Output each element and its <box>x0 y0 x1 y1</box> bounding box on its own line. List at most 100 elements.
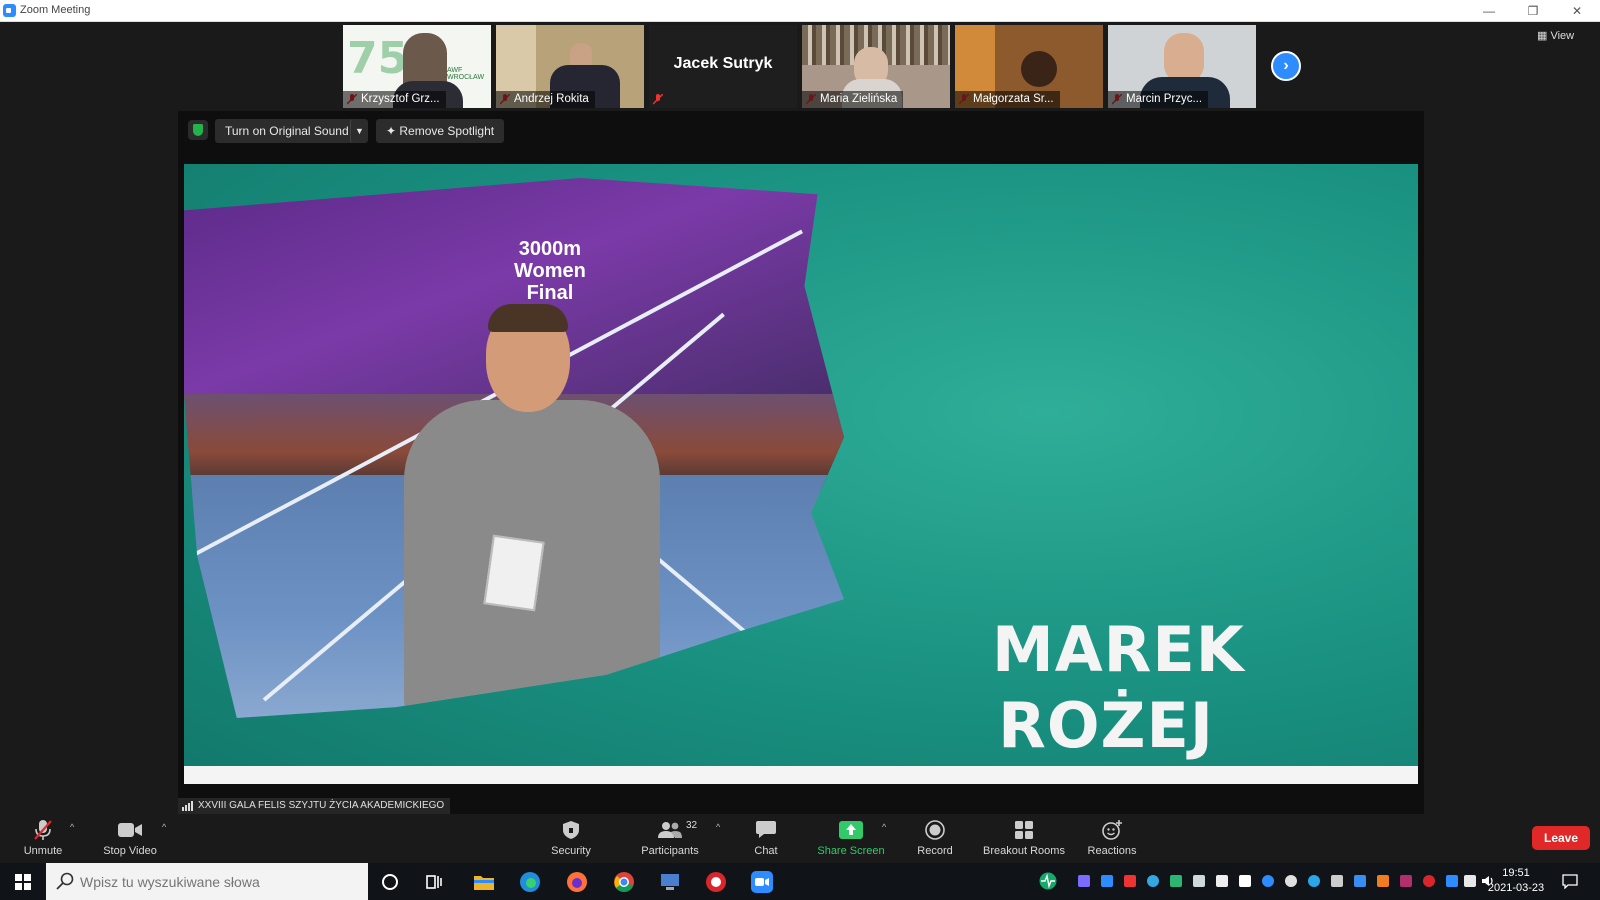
share-screen-icon <box>839 821 863 839</box>
share-screen-button[interactable]: Share Screen <box>816 818 886 857</box>
reactions-button[interactable]: Reactions <box>1084 818 1140 857</box>
red-app-icon[interactable] <box>704 870 728 894</box>
original-sound-dropdown[interactable]: ▼ <box>350 119 368 143</box>
tray-app-icon[interactable] <box>1170 875 1182 887</box>
participants-icon <box>658 822 682 838</box>
zoom-tray-icon[interactable] <box>1101 875 1113 887</box>
participant-name: Małgorzata Sr... <box>955 91 1060 108</box>
notifications-icon[interactable] <box>1562 873 1578 889</box>
participant-name: Andrzej Rokita <box>496 91 595 108</box>
cloud-icon[interactable] <box>1285 875 1297 887</box>
zoom-app-icon <box>3 4 16 17</box>
unmute-button[interactable]: Unmute <box>18 818 68 857</box>
spotlight-stage: Turn on Original Sound ▼ ✦ Remove Spotli… <box>178 111 1424 814</box>
next-page-button[interactable]: › <box>1271 51 1301 81</box>
title-bar: Zoom Meeting — ❐ ✕ <box>0 0 1600 22</box>
chrome-icon[interactable] <box>612 870 636 894</box>
security-button[interactable]: Security <box>546 818 596 857</box>
video-caption: XXVIII GALA FELIS SZYJTU ŻYCIA AKADEMICK… <box>178 798 451 814</box>
zoom-taskbar-icon[interactable] <box>750 870 774 894</box>
speaker-photo <box>384 304 684 718</box>
pin-icon: ✦ <box>386 124 400 138</box>
tray-app-icon[interactable] <box>1377 875 1389 887</box>
remove-spotlight-button[interactable]: ✦ Remove Spotlight <box>376 119 505 143</box>
spotlight-video: 3000m Women Final MAREK ROŻEJ <box>184 164 1418 784</box>
bluetooth-icon[interactable] <box>1446 875 1458 887</box>
participant-tile[interactable]: Marcin Przyc... <box>1108 25 1256 108</box>
video-options-caret[interactable]: ^ <box>162 822 166 832</box>
reactions-smiley-icon <box>1102 820 1122 840</box>
stage-toolbar: Turn on Original Sound ▼ ✦ Remove Spotli… <box>178 111 1424 151</box>
record-icon <box>925 820 945 840</box>
slide-bottom-strip <box>184 766 1418 784</box>
window-title: Zoom Meeting <box>20 4 91 16</box>
tray-app-icon[interactable] <box>1078 875 1090 887</box>
participant-tile[interactable]: Małgorzata Sr... <box>955 25 1103 108</box>
muted-mic-icon <box>653 94 663 105</box>
participant-tile[interactable]: Jacek Sutryk <box>649 25 797 108</box>
participant-tile[interactable]: 75 AWF WROCŁAW Krzysztof Grz... <box>343 25 491 108</box>
stop-video-button[interactable]: Stop Video <box>98 818 162 857</box>
leave-button[interactable]: Leave <box>1532 826 1590 850</box>
video-camera-icon <box>118 823 142 837</box>
participant-video <box>1021 51 1057 87</box>
windows-taskbar: 19:51 2021-03-23 <box>0 863 1600 900</box>
tray-app-icon[interactable] <box>1400 875 1412 887</box>
participant-name: Marcin Przyc... <box>1108 91 1209 108</box>
breakout-rooms-button[interactable]: Breakout Rooms <box>980 818 1068 857</box>
start-button[interactable] <box>0 863 46 900</box>
encryption-shield-icon[interactable] <box>188 120 208 140</box>
tray-app-icon[interactable] <box>1147 875 1159 887</box>
search-input[interactable] <box>80 872 360 892</box>
participants-options-caret[interactable]: ^ <box>716 822 720 832</box>
tray-app-icon[interactable] <box>1124 875 1136 887</box>
arena-screen-text: 3000m Women Final <box>514 238 586 304</box>
skype-icon[interactable] <box>1308 875 1320 887</box>
tray-app-icon[interactable] <box>1216 875 1228 887</box>
restore-button[interactable]: ❐ <box>1518 2 1548 20</box>
tray-app-icon[interactable] <box>1193 875 1205 887</box>
edge-browser-icon[interactable] <box>518 870 542 894</box>
signal-bars-icon <box>182 801 193 811</box>
firefox-icon[interactable] <box>565 870 589 894</box>
participant-tile[interactable]: Andrzej Rokita <box>496 25 644 108</box>
record-button[interactable]: Record <box>912 818 958 857</box>
grid-icon: ▦ <box>1537 30 1551 42</box>
breakout-rooms-icon <box>1015 821 1033 839</box>
chat-button[interactable]: Chat <box>746 818 786 857</box>
task-view-icon[interactable] <box>422 870 446 894</box>
cortana-icon[interactable] <box>378 870 402 894</box>
share-options-caret[interactable]: ^ <box>882 822 886 832</box>
onedrive-icon[interactable] <box>1262 875 1274 887</box>
taskbar-search[interactable] <box>46 863 368 900</box>
participant-name: Krzysztof Grz... <box>343 91 446 108</box>
participant-tile[interactable]: Maria Zielińska <box>802 25 950 108</box>
close-button[interactable]: ✕ <box>1562 2 1592 20</box>
view-button[interactable]: ▦ View <box>1537 29 1574 42</box>
minimize-button[interactable]: — <box>1474 2 1504 20</box>
file-explorer-icon[interactable] <box>472 870 496 894</box>
participants-count: 32 <box>686 820 698 831</box>
network-icon[interactable] <box>1464 875 1476 887</box>
tray-app-icon[interactable] <box>1354 875 1366 887</box>
taskbar-clock[interactable]: 19:51 2021-03-23 <box>1480 866 1552 896</box>
participant-name: Maria Zielińska <box>802 91 904 108</box>
tray-app-icon[interactable] <box>1331 875 1343 887</box>
speaker-name: MAREK ROŻEJ <box>992 613 1245 762</box>
tray-app-icon[interactable] <box>1423 875 1435 887</box>
awf-logo-text: AWF WROCŁAW <box>447 67 485 81</box>
accreditation-badge <box>483 534 545 612</box>
shield-tray-icon[interactable] <box>1239 875 1251 887</box>
meeting-area: 75 AWF WROCŁAW Krzysztof Grz... Andrzej … <box>0 22 1600 814</box>
awf-logo: 75 <box>347 33 409 84</box>
activity-monitor-icon[interactable] <box>1039 872 1057 890</box>
participant-name-placeholder: Jacek Sutryk <box>673 55 773 72</box>
chat-bubble-icon <box>756 821 776 838</box>
original-sound-button[interactable]: Turn on Original Sound <box>215 119 359 143</box>
computer-app-icon[interactable] <box>658 870 682 894</box>
participant-video <box>1164 33 1204 83</box>
audio-options-caret[interactable]: ^ <box>70 822 74 832</box>
meeting-toolbar: Unmute ^ Stop Video ^ Security Participa… <box>0 814 1600 863</box>
shield-icon <box>563 821 579 839</box>
search-icon <box>56 872 74 890</box>
